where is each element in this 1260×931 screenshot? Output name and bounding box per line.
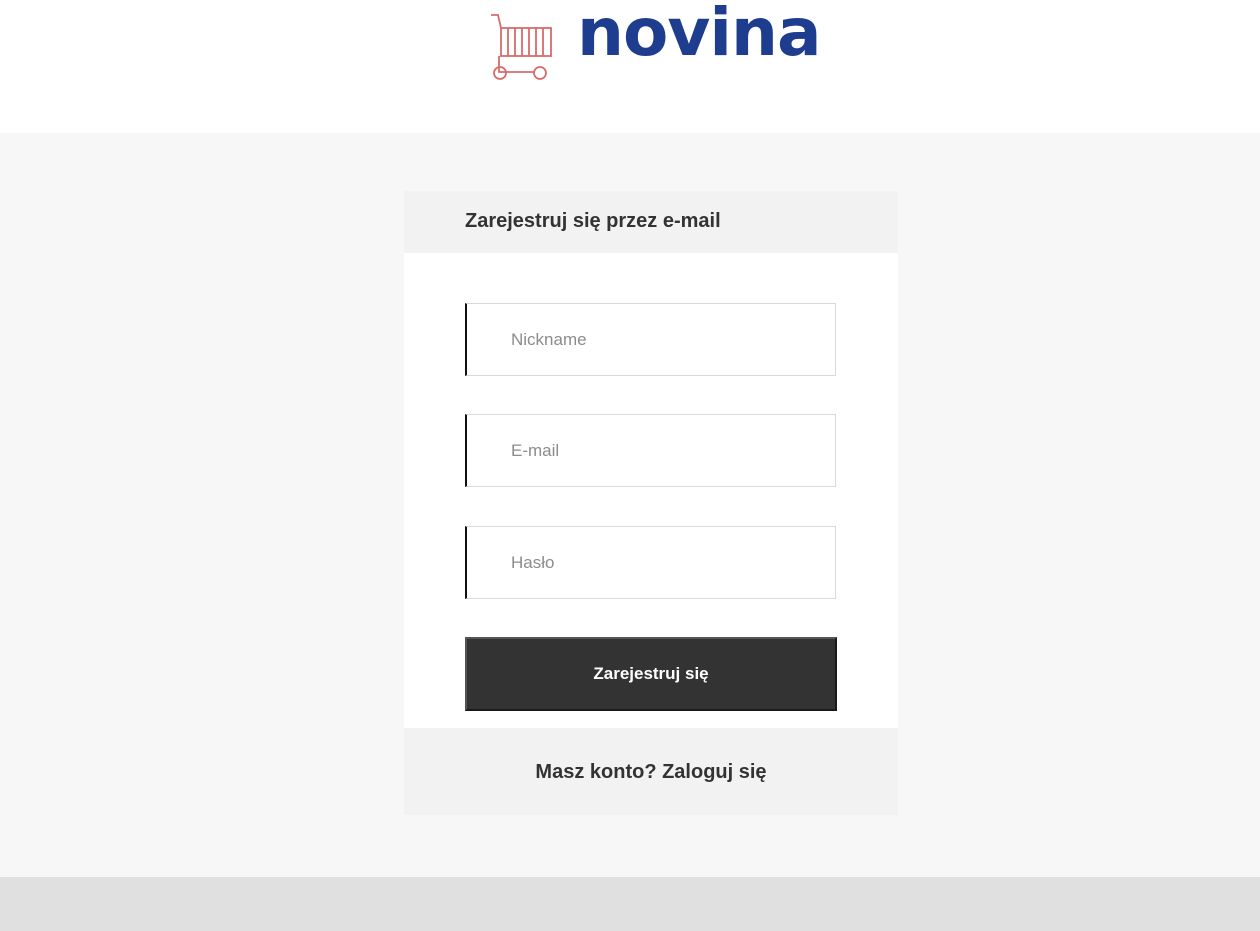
nickname-input[interactable] (465, 303, 836, 376)
logo-link[interactable]: novina (489, 0, 834, 84)
password-input[interactable] (465, 526, 836, 599)
register-card-footer: Masz konto? Zaloguj się (404, 728, 898, 815)
register-title: Zarejestruj się przez e-mail (465, 210, 721, 232)
site-header: novina (0, 0, 1260, 133)
register-button[interactable]: Zarejestruj się (465, 637, 837, 711)
register-card-header: Zarejestruj się przez e-mail (404, 191, 898, 253)
logo-wordmark: novina (577, 0, 821, 71)
main-content: Zarejestruj się przez e-mail Zarejestruj… (0, 133, 1260, 877)
login-link[interactable]: Masz konto? Zaloguj się (535, 761, 766, 784)
shopping-cart-icon (491, 14, 552, 80)
page-footer (0, 877, 1260, 931)
email-input[interactable] (465, 414, 836, 487)
register-card: Zarejestruj się przez e-mail Zarejestruj… (404, 191, 898, 815)
